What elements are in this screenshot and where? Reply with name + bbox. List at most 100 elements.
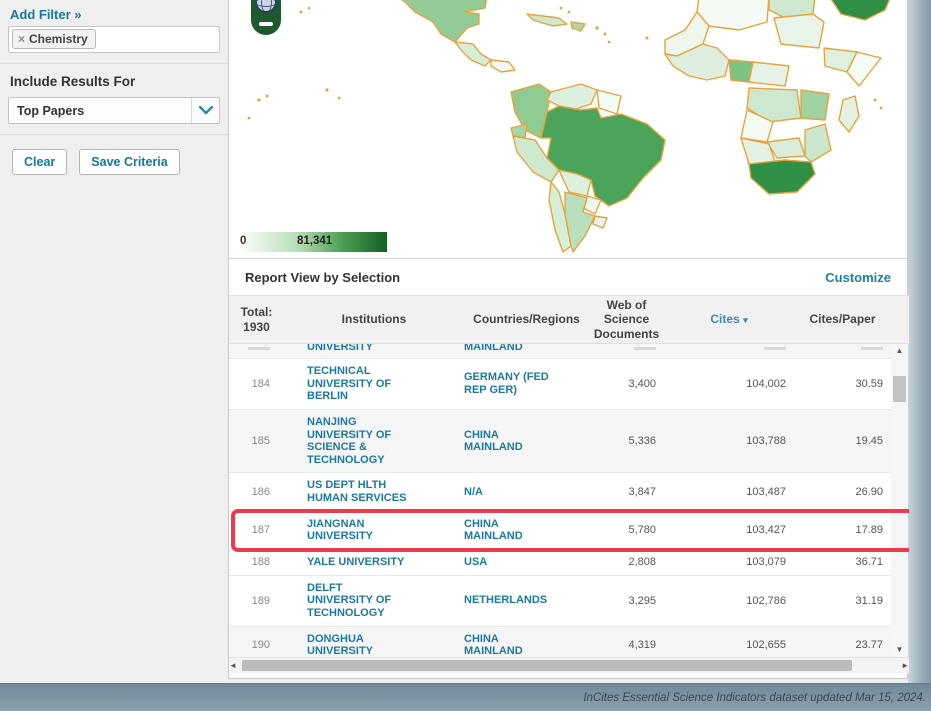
active-filters-box: × Chemistry (8, 26, 220, 53)
institution-cell: YALE UNIVERSITY (284, 550, 464, 575)
scroll-right-icon[interactable]: ► (901, 659, 909, 673)
results-for-dropdown[interactable]: Top Papers (8, 97, 220, 124)
country-link[interactable]: N/A (464, 486, 483, 499)
table-row[interactable]: 184 TECHNICAL UNIVERSITY OF BERLIN GERMA… (229, 359, 891, 410)
sidebar-divider (0, 134, 228, 135)
institution-link[interactable]: JIANGNAN UNIVERSITY (307, 518, 407, 543)
country-kenya-tanzania[interactable] (801, 90, 829, 120)
horizontal-scrollbar[interactable]: ◄ ► (229, 657, 909, 673)
country-cuba[interactable] (527, 14, 567, 26)
country-cameroon[interactable] (749, 62, 789, 86)
table-row[interactable]: 190 DONGHUA UNIVERSITY CHINA MAINLAND 4,… (229, 627, 891, 657)
column-header-cites-sort[interactable]: Cites ▾ (664, 312, 794, 326)
map-legend: 0 81,341 (239, 232, 387, 252)
cites-per-paper-cell: 31.19 (794, 589, 891, 613)
wos-documents-cell: 3,847 (589, 480, 664, 504)
column-header-institutions[interactable]: Institutions (284, 312, 464, 326)
cites-cell: 102,655 (664, 633, 794, 657)
filter-chip-chemistry[interactable]: × Chemistry (12, 29, 96, 49)
cites-per-paper-cell: 26.90 (794, 480, 891, 504)
map-zoom-control[interactable] (251, 0, 281, 35)
country-mexico[interactable] (397, 0, 487, 42)
institution-cell: JIANGNAN UNIVERSITY (284, 512, 464, 549)
cites-cell: 102,786 (664, 589, 794, 613)
sidebar-divider (0, 63, 228, 64)
rank-cell: 185 (229, 429, 284, 453)
column-header-wos-documents[interactable]: Web of Science Documents (589, 298, 664, 341)
wos-documents-cell: 3,400 (589, 372, 664, 396)
country-link[interactable]: GERMANY (FED REP GER) (464, 371, 552, 396)
page-right-edge (908, 0, 931, 683)
cites-cell: 104,002 (664, 372, 794, 396)
country-link[interactable]: CHINA MAINLAND (464, 429, 552, 454)
wos-documents-cell: 5,780 (589, 518, 664, 542)
filter-chip-label: Chemistry (29, 32, 88, 46)
zoom-out-button[interactable] (259, 22, 273, 26)
results-panel: 0 81,341 Report View by Selection Custom… (228, 0, 908, 679)
country-link[interactable]: NETHERLANDS (464, 594, 547, 607)
table-row[interactable]: 185 NANJING UNIVERSITY OF SCIENCE & TECH… (229, 410, 891, 474)
column-header-countries[interactable]: Countries/Regions (464, 312, 589, 326)
scroll-up-icon[interactable]: ▲ (896, 344, 904, 358)
institution-link[interactable]: TECHNICAL UNIVERSITY OF BERLIN (307, 365, 407, 403)
country-cell: N/A (464, 480, 589, 505)
institution-link[interactable]: UNIVERSITY (307, 344, 373, 354)
vertical-scrollbar[interactable]: ▲ ▼ (891, 344, 908, 657)
rank-cell: 188 (229, 550, 284, 574)
country-guyanas[interactable] (597, 90, 621, 114)
customize-link[interactable]: Customize (825, 270, 891, 285)
sort-desc-icon: ▾ (743, 315, 748, 325)
institution-link[interactable]: US DEPT HLTH HUMAN SERVICES (307, 479, 407, 504)
institution-link[interactable]: NANJING UNIVERSITY OF SCIENCE & TECHNOLO… (307, 416, 407, 467)
country-link[interactable]: CHINA MAINLAND (464, 633, 552, 657)
dataset-updated-note: InCites Essential Science Indicators dat… (583, 692, 926, 704)
country-cell: NETHERLANDS (464, 588, 589, 613)
table-row-partial-top: UNIVERSITY MAINLAND (229, 344, 891, 359)
table-row[interactable]: 188 YALE UNIVERSITY USA 2,808 103,079 36… (229, 550, 891, 576)
country-uruguay[interactable] (593, 216, 607, 228)
table-row[interactable]: 187 JIANGNAN UNIVERSITY CHINA MAINLAND 5… (229, 512, 891, 550)
add-filter-link[interactable]: Add Filter » (10, 7, 82, 22)
dropdown-button[interactable] (191, 98, 219, 123)
country-sudan[interactable] (774, 14, 824, 48)
wos-documents-cell: 5,336 (589, 429, 664, 453)
country-middle-east[interactable] (829, 0, 891, 20)
column-header-cites-per-paper[interactable]: Cites/Paper (794, 312, 891, 326)
scroll-down-icon[interactable]: ▼ (896, 643, 904, 657)
world-map[interactable] (229, 0, 907, 258)
horizontal-scrollbar-thumb[interactable] (242, 660, 852, 671)
table-row[interactable]: 186 US DEPT HLTH HUMAN SERVICES N/A 3,84… (229, 473, 891, 511)
institution-link[interactable]: DONGHUA UNIVERSITY (307, 633, 407, 657)
wos-documents-cell: 3,295 (589, 589, 664, 613)
country-link[interactable]: USA (464, 556, 487, 569)
country-madagascar[interactable] (839, 96, 859, 132)
institution-cell: TECHNICAL UNIVERSITY OF BERLIN (284, 359, 464, 409)
chevron-down-icon (199, 106, 213, 115)
vertical-scrollbar-thumb[interactable] (893, 376, 906, 402)
save-criteria-button[interactable]: Save Criteria (79, 149, 179, 175)
report-view-bar: Report View by Selection Customize (229, 258, 907, 295)
country-link[interactable]: CHINA MAINLAND (464, 518, 552, 543)
globe-icon (255, 0, 277, 13)
rank-cell: 187 (229, 518, 284, 542)
column-header-total[interactable]: Total: 1930 (229, 305, 284, 334)
remove-filter-icon[interactable]: × (18, 32, 25, 46)
scroll-left-icon[interactable]: ◄ (229, 659, 237, 673)
institution-link[interactable]: DELFT UNIVERSITY OF TECHNOLOGY (307, 582, 407, 620)
country-venezuela[interactable] (547, 84, 597, 110)
country-brazil[interactable] (541, 106, 665, 206)
country-panama[interactable] (491, 60, 515, 72)
country-central-america[interactable] (455, 42, 491, 66)
wos-documents-cell: 2,808 (589, 550, 664, 574)
filters-sidebar: Add Filter » × Chemistry Include Results… (0, 0, 228, 683)
cites-per-paper-cell: 23.77 (794, 633, 891, 657)
cites-cell: 103,427 (664, 518, 794, 542)
clear-button[interactable]: Clear (12, 149, 67, 175)
wos-documents-cell: 4,319 (589, 633, 664, 657)
institution-link[interactable]: YALE UNIVERSITY (307, 556, 404, 569)
country-mozambique[interactable] (805, 124, 831, 162)
country-hispaniola[interactable] (571, 22, 585, 31)
table-row[interactable]: 189 DELFT UNIVERSITY OF TECHNOLOGY NETHE… (229, 576, 891, 627)
country-south-africa[interactable] (749, 160, 815, 194)
institution-cell: DELFT UNIVERSITY OF TECHNOLOGY (284, 576, 464, 626)
